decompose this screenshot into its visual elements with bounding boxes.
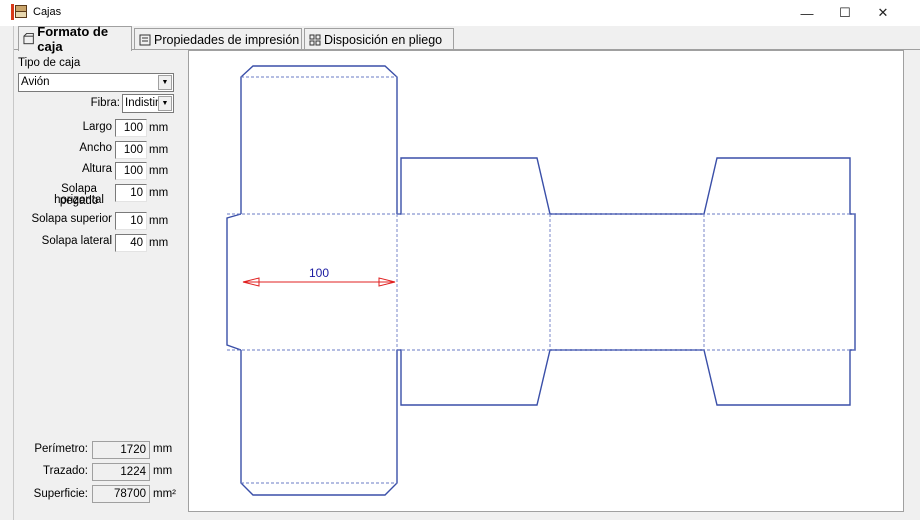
trace-label: Trazado: bbox=[43, 465, 88, 477]
fold-lines bbox=[227, 76, 855, 484]
glue-flap-label-line2: horizontal bbox=[54, 194, 104, 206]
width-field[interactable]: 100 bbox=[115, 141, 147, 159]
window-title: Cajas bbox=[33, 6, 62, 18]
sheet-layout-icon bbox=[309, 34, 321, 45]
minimize-icon: — bbox=[800, 5, 814, 21]
box-type-value: Avión bbox=[21, 76, 50, 88]
box-type-label: Tipo de caja bbox=[18, 57, 81, 69]
top-panel-cut bbox=[240, 65, 398, 214]
height-field[interactable]: 100 bbox=[115, 162, 147, 180]
tab-bar: Formato de caja Propiedades de impresión… bbox=[14, 24, 920, 54]
title-bar: Cajas — ☐ ✕ bbox=[0, 0, 920, 26]
cut-lines bbox=[226, 65, 856, 496]
tab-propiedades-de-impresion[interactable]: Propiedades de impresión bbox=[134, 28, 302, 50]
die-cut-drawing-canvas[interactable]: 100 bbox=[188, 50, 904, 512]
width-label: Ancho bbox=[79, 142, 112, 154]
height-unit: mm bbox=[149, 165, 169, 177]
box-parameters-panel: Tipo de caja Avión ▼ Fibra: Indistinta ▼… bbox=[14, 50, 188, 512]
length-unit: mm bbox=[149, 122, 169, 134]
dimension-label: 100 bbox=[309, 266, 329, 280]
side-flap-label: Solapa lateral bbox=[41, 235, 112, 247]
tab-label: Propiedades de impresión bbox=[154, 32, 300, 47]
chevron-down-icon: ▼ bbox=[158, 96, 172, 111]
app-window: Cajas — ☐ ✕ Formato de caja Propiedades … bbox=[0, 0, 920, 520]
print-properties-icon bbox=[139, 34, 151, 45]
perimeter-value: 1720 bbox=[92, 441, 150, 459]
fiber-label: Fibra: bbox=[90, 97, 120, 109]
close-button[interactable]: ✕ bbox=[860, 0, 906, 26]
maximize-icon: ☐ bbox=[839, 5, 851, 20]
tab-label: Disposición en pliego bbox=[324, 32, 443, 47]
box-type-select[interactable]: Avión ▼ bbox=[18, 73, 174, 92]
left-edge-strip bbox=[0, 26, 14, 520]
tab-label: Formato de caja bbox=[37, 24, 109, 54]
trace-value: 1224 bbox=[92, 463, 150, 481]
length-label: Largo bbox=[82, 121, 112, 133]
close-icon: ✕ bbox=[877, 5, 889, 20]
box-format-icon bbox=[23, 33, 34, 45]
glue-flap-field[interactable]: 10 bbox=[115, 184, 147, 202]
top-flap-unit: mm bbox=[149, 215, 169, 227]
perimeter-unit: mm bbox=[153, 443, 173, 455]
tab-formato-de-caja[interactable]: Formato de caja bbox=[18, 24, 132, 54]
chevron-down-icon: ▼ bbox=[158, 75, 172, 90]
surface-label: Superficie: bbox=[33, 488, 88, 500]
box-die-line-drawing: 100 bbox=[226, 65, 856, 496]
fiber-select[interactable]: Indistinta ▼ bbox=[122, 94, 174, 113]
side-panel-1-cut bbox=[397, 157, 856, 406]
surface-value: 78700 bbox=[92, 485, 150, 503]
height-label: Altura bbox=[81, 163, 112, 175]
app-icon bbox=[11, 4, 27, 20]
glue-flap-unit: mm bbox=[149, 187, 169, 199]
width-unit: mm bbox=[149, 144, 169, 156]
length-field[interactable]: 100 bbox=[115, 119, 147, 137]
side-flap-unit: mm bbox=[149, 237, 169, 249]
tab-disposicion-en-pliego[interactable]: Disposición en pliego bbox=[304, 28, 454, 50]
surface-unit: mm² bbox=[153, 488, 176, 500]
top-flap-field[interactable]: 10 bbox=[115, 212, 147, 230]
dimension-annotation: 100 bbox=[242, 266, 396, 287]
glue-flap-cut bbox=[226, 213, 242, 351]
bottom-panel-cut bbox=[240, 350, 398, 496]
top-flap-label: Solapa superior bbox=[31, 213, 112, 225]
side-flap-field[interactable]: 40 bbox=[115, 234, 147, 252]
trace-unit: mm bbox=[153, 465, 173, 477]
perimeter-label: Perímetro: bbox=[34, 443, 88, 455]
